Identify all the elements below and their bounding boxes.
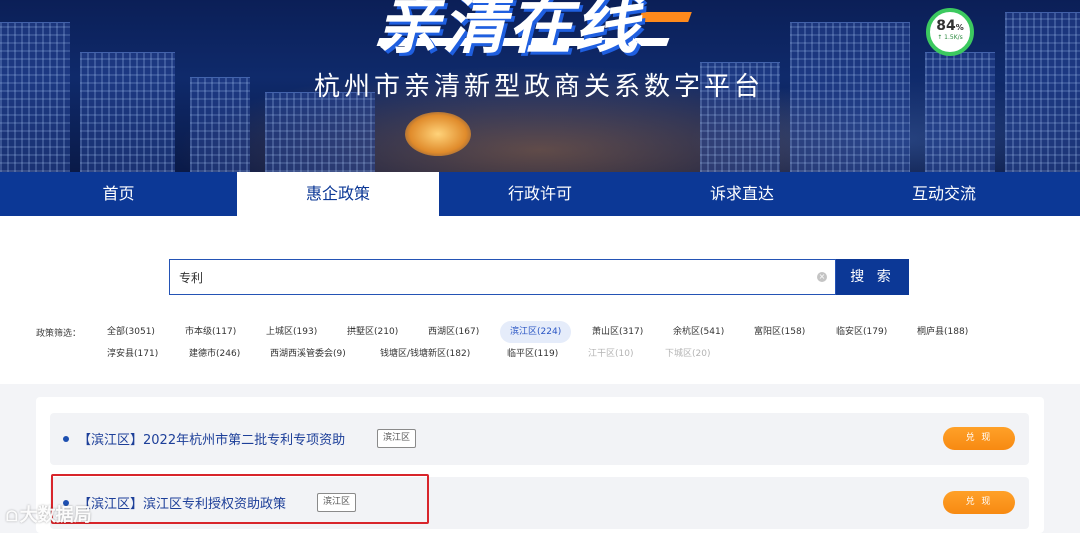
- nav-interaction[interactable]: 互动交流: [843, 172, 1045, 216]
- filter-chip[interactable]: 建德市(246): [179, 343, 250, 365]
- redeem-button[interactable]: 兑 现: [943, 491, 1015, 514]
- bullet-icon: [63, 436, 69, 442]
- filter-chip[interactable]: 市本级(117): [175, 321, 246, 343]
- building: [0, 22, 70, 172]
- filter-chip-disabled: 江干区(10): [588, 349, 634, 359]
- filter-chip[interactable]: 拱墅区(210): [337, 321, 408, 343]
- building: [80, 52, 175, 172]
- building: [790, 22, 910, 172]
- speed-rate: ↑ 1.5K/s: [937, 34, 963, 41]
- filter-chip[interactable]: 富阳区(158): [744, 321, 815, 343]
- search-input[interactable]: [170, 260, 790, 294]
- filter-chip[interactable]: 全部(3051): [97, 321, 165, 343]
- watermark: ᗝ 大数据局: [6, 501, 92, 527]
- highlight-box: [51, 474, 429, 524]
- city-landmark: [405, 112, 471, 156]
- search-button[interactable]: 搜 索: [836, 259, 909, 295]
- site-logo: 亲清在线: [376, 0, 640, 63]
- filter-chip[interactable]: 西湖区(167): [418, 321, 489, 343]
- building: [190, 77, 250, 172]
- district-tag: 滨江区: [377, 429, 417, 448]
- filter-chip[interactable]: 淳安县(171): [97, 343, 168, 365]
- clear-icon[interactable]: ×: [817, 272, 827, 282]
- redeem-button[interactable]: 兑 现: [943, 427, 1015, 450]
- filter-chip-disabled: 下城区(20): [665, 349, 711, 359]
- network-speed-widget: 84% ↑ 1.5K/s: [926, 8, 974, 56]
- search-section: × 搜 索 政策筛选： 全部(3051) 市本级(117) 上城区(193) 拱…: [0, 216, 1080, 384]
- hero-banner: 亲清在线 杭州市亲清新型政商关系数字平台 84% ↑ 1.5K/s: [0, 0, 1080, 172]
- filter-chip-active[interactable]: 滨江区(224): [500, 321, 572, 343]
- filter-chip[interactable]: 临安区(179): [826, 321, 897, 343]
- speed-percent: 84%: [936, 18, 964, 34]
- building: [1005, 12, 1080, 172]
- filter-chip[interactable]: 萧山区(317): [582, 321, 653, 343]
- nav-home[interactable]: 首页: [0, 172, 237, 216]
- watermark-text: 大数据局: [19, 505, 92, 526]
- main-nav: 首页 惠企政策 行政许可 诉求直达 互动交流: [0, 172, 1080, 216]
- building: [925, 52, 995, 172]
- filter-chip[interactable]: 桐庐县(188): [907, 321, 978, 343]
- result-row[interactable]: 【滨江区】2022年杭州市第二批专利专项资助 滨江区 兑 现: [50, 413, 1029, 465]
- result-title[interactable]: 【滨江区】2022年杭州市第二批专利专项资助: [78, 429, 345, 448]
- building: [265, 92, 375, 172]
- site-subtitle: 杭州市亲清新型政商关系数字平台: [314, 72, 765, 102]
- nav-licensing[interactable]: 行政许可: [439, 172, 641, 216]
- logo-accent: [638, 12, 692, 22]
- search-box: ×: [169, 259, 836, 295]
- filter-chip[interactable]: 上城区(193): [256, 321, 327, 343]
- filter-chip[interactable]: 临平区(119): [497, 343, 568, 365]
- filter-chip[interactable]: 余杭区(541): [663, 321, 734, 343]
- nav-appeals[interactable]: 诉求直达: [641, 172, 843, 216]
- nav-policies[interactable]: 惠企政策: [237, 172, 439, 216]
- filter-chip[interactable]: 西湖西溪管委会(9): [260, 343, 356, 365]
- filter-label: 政策筛选：: [36, 329, 82, 339]
- watermark-icon: ᗝ: [6, 509, 18, 525]
- filter-chip[interactable]: 钱塘区/钱塘新区(182): [370, 343, 480, 365]
